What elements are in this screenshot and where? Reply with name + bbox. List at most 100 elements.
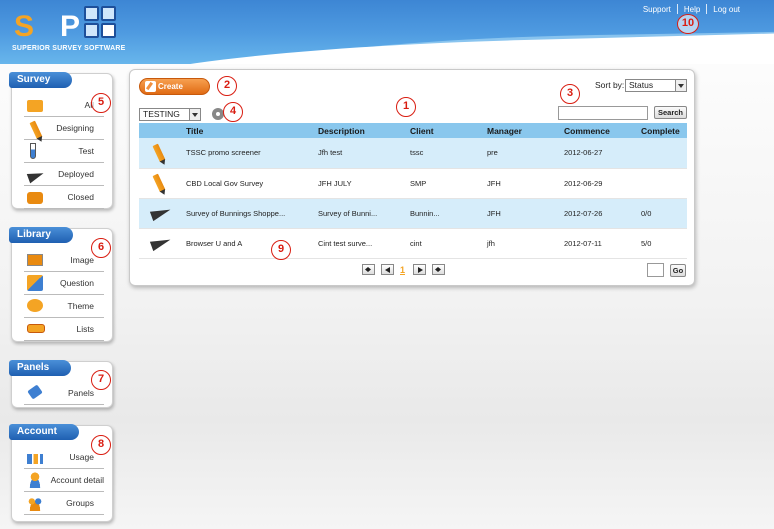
- sidebar-item-label: Account detail: [50, 475, 104, 485]
- first-page-button[interactable]: [362, 264, 375, 275]
- search-input[interactable]: [558, 106, 648, 120]
- app-header: S P SUPERIOR SURVEY SOFTWARE Support Hel…: [0, 0, 774, 64]
- cell-description: JFH JULY: [315, 168, 407, 199]
- paper-plane-icon: [26, 166, 46, 184]
- prev-page-button[interactable]: [381, 264, 394, 275]
- cell-manager: pre: [484, 138, 561, 169]
- column-header-complete[interactable]: Complete: [638, 123, 687, 138]
- cell-description: Cint test surve...: [315, 228, 407, 259]
- folder-icon: [27, 100, 43, 112]
- sidebar-item-closed[interactable]: Closed: [24, 186, 104, 209]
- goto-page-input[interactable]: [647, 263, 664, 277]
- cell-commence: 2012-06-29: [561, 168, 638, 199]
- column-header-title[interactable]: Title: [183, 123, 315, 138]
- cell-title[interactable]: Survey of Bunnings Shoppe...: [183, 198, 315, 229]
- panel-icon: [27, 384, 43, 400]
- cell-client: SMP: [407, 168, 484, 199]
- support-link[interactable]: Support: [637, 5, 677, 14]
- sidebar-item-test[interactable]: Test: [24, 140, 104, 163]
- sidebar-item-label: Designing: [56, 123, 94, 133]
- search-button[interactable]: Search: [654, 106, 687, 119]
- sidebar-item-label: Test: [78, 146, 94, 156]
- table-row[interactable]: TSSC promo screener Jfh test tssc pre 20…: [139, 138, 687, 169]
- pencil-icon: [150, 173, 170, 193]
- cell-complete: [638, 138, 687, 169]
- table-header-row: Title Description Client Manager Commenc…: [139, 123, 687, 138]
- sidebar-item-deployed[interactable]: Deployed: [24, 163, 104, 186]
- logo-tagline: SUPERIOR SURVEY SOFTWARE: [12, 45, 126, 52]
- callout-8: 8: [91, 435, 111, 455]
- sidebar-item-account-detail[interactable]: Account detail: [24, 469, 104, 492]
- column-header-commence[interactable]: Commence: [561, 123, 638, 138]
- account-panel-title: Account: [9, 424, 79, 440]
- logo-checkbox-grid-icon: [84, 6, 118, 40]
- column-header-client[interactable]: Client: [407, 123, 484, 138]
- question-icon: [27, 275, 43, 291]
- cell-title[interactable]: CBD Local Gov Survey: [183, 168, 315, 199]
- cell-client: Bunnin...: [407, 198, 484, 229]
- go-button[interactable]: Go: [670, 264, 686, 277]
- sort-by-value: Status: [629, 80, 654, 90]
- image-icon: [27, 254, 43, 266]
- sidebar-item-label: Deployed: [58, 169, 94, 179]
- sidebar-item-lists[interactable]: Lists: [24, 318, 104, 341]
- cell-title[interactable]: TSSC promo screener: [183, 138, 315, 169]
- paper-plane-icon: [149, 233, 173, 253]
- table-row[interactable]: Browser U and A Cint test surve... cint …: [139, 228, 687, 259]
- pencil-icon: [27, 120, 43, 140]
- cell-manager: jfh: [484, 228, 561, 259]
- callout-5: 5: [91, 93, 111, 113]
- column-header-description[interactable]: Description: [315, 123, 407, 138]
- sidebar-item-label: Theme: [67, 301, 94, 311]
- list-icon: [27, 324, 45, 333]
- cell-description: Survey of Bunni...: [315, 198, 407, 229]
- logo-letter-p: P: [60, 10, 81, 43]
- next-page-button[interactable]: [413, 264, 427, 275]
- pencil-icon: [150, 143, 170, 163]
- current-page-number[interactable]: 1: [400, 265, 405, 275]
- cell-commence: 2012-07-26: [561, 198, 638, 229]
- sidebar-item-label: Lists: [76, 324, 94, 334]
- group-icon: [27, 495, 43, 511]
- callout-6: 6: [91, 238, 111, 258]
- logo-letter-s: S: [14, 10, 35, 43]
- lock-icon: [27, 192, 43, 204]
- icon-column-header: [139, 123, 183, 138]
- sidebar-item-theme[interactable]: Theme: [24, 295, 104, 318]
- cell-complete: 5/0: [638, 228, 687, 259]
- cell-title[interactable]: Browser U and A: [183, 228, 315, 259]
- create-survey-label: Create survey: [158, 82, 184, 106]
- pagination: 1: [362, 264, 451, 275]
- top-links: Support Help Log out: [637, 4, 746, 14]
- table-row[interactable]: CBD Local Gov Survey JFH JULY SMP JFH 20…: [139, 168, 687, 199]
- help-link[interactable]: Help: [678, 5, 706, 14]
- sort-by-select[interactable]: Status: [625, 79, 687, 92]
- bar-chart-icon: [27, 454, 43, 464]
- sidebar-item-label: Closed: [67, 192, 94, 202]
- callout-10: 10: [677, 14, 699, 34]
- sidebar-item-groups[interactable]: Groups: [24, 492, 104, 515]
- logout-link[interactable]: Log out: [707, 5, 746, 14]
- table-row[interactable]: Survey of Bunnings Shoppe... Survey of B…: [139, 198, 687, 229]
- create-survey-button[interactable]: Create survey: [139, 78, 210, 106]
- cell-manager: JFH: [484, 168, 561, 199]
- cell-commence: 2012-06-27: [561, 138, 638, 169]
- library-panel-title: Library: [9, 227, 73, 243]
- status-filter-select[interactable]: TESTING: [139, 108, 201, 121]
- status-filter-value: TESTING: [143, 109, 180, 119]
- cell-description: Jfh test: [315, 138, 407, 169]
- user-icon: [27, 472, 43, 488]
- chevron-down-icon: [189, 109, 200, 120]
- cell-client: tssc: [407, 138, 484, 169]
- palette-icon: [27, 299, 43, 312]
- callout-9: 9: [271, 240, 291, 260]
- cell-complete: 0/0: [638, 198, 687, 229]
- last-page-button[interactable]: [432, 264, 446, 275]
- cell-manager: JFH: [484, 198, 561, 229]
- callout-1: 1: [396, 97, 416, 117]
- survey-panel-title: Survey: [9, 72, 73, 88]
- column-header-manager[interactable]: Manager: [484, 123, 561, 138]
- sidebar-item-question[interactable]: Question: [24, 272, 104, 295]
- sidebar-item-designing[interactable]: Designing: [24, 117, 104, 140]
- cell-complete: [638, 168, 687, 199]
